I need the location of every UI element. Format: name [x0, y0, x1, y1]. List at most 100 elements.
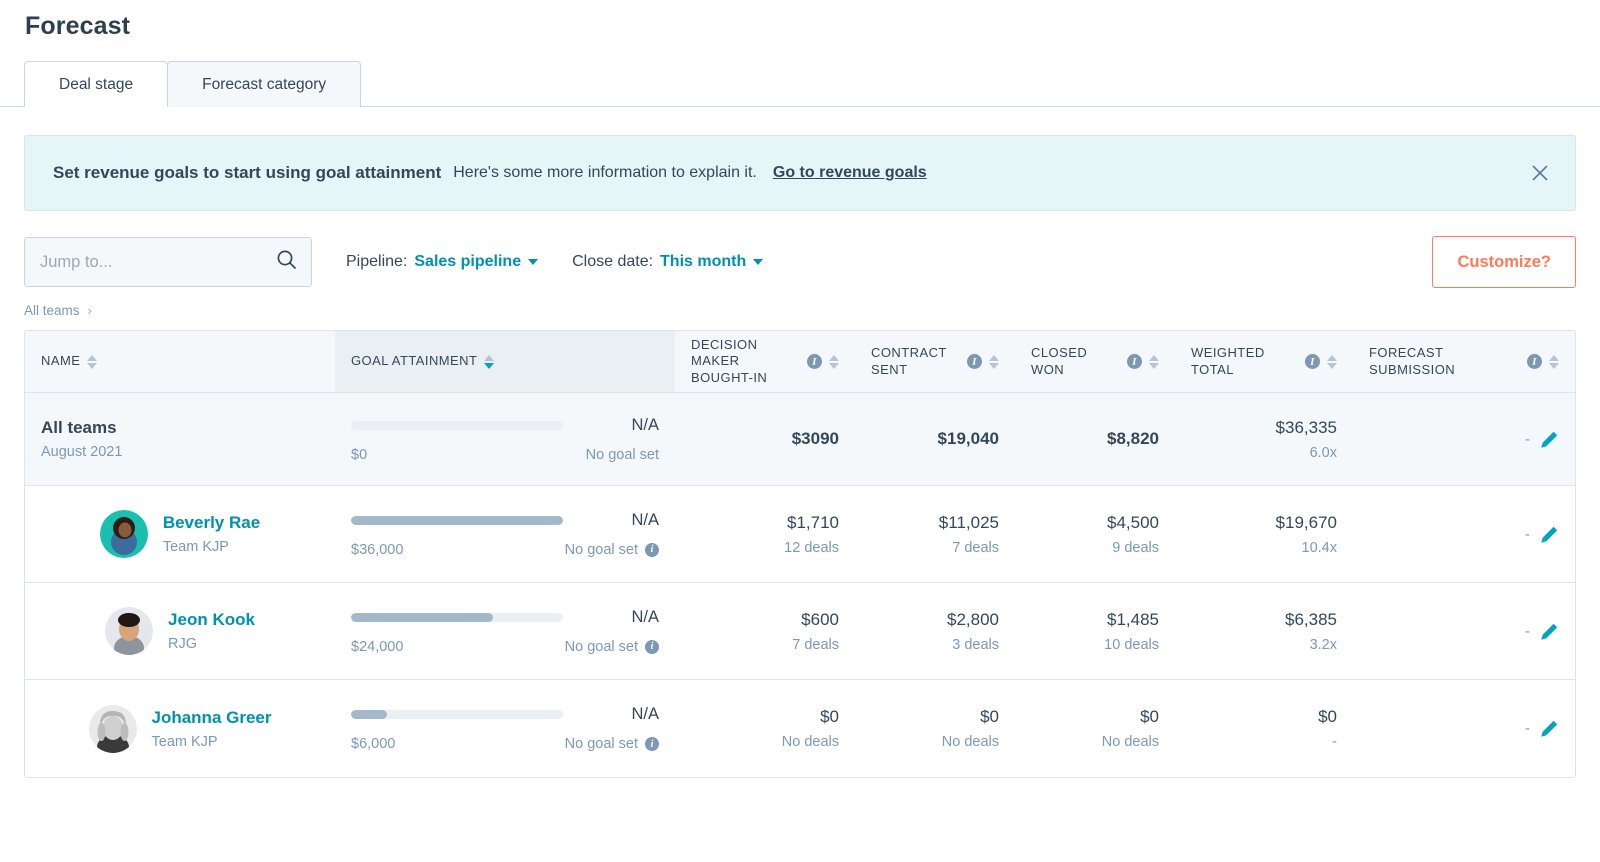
- sort-arrows-name[interactable]: [87, 354, 98, 369]
- column-header-weighted-total[interactable]: WEIGHTED TOTAL i: [1175, 331, 1353, 392]
- sort-arrows-goal-attainment[interactable]: [484, 354, 495, 369]
- info-icon[interactable]: i: [1527, 354, 1542, 369]
- forecast-table: NAME GOAL ATTAINMENT DECISION MAKER BOUG…: [24, 330, 1576, 778]
- close-icon[interactable]: [1527, 160, 1553, 186]
- forecast-page: Forecast Deal stage Forecast category Se…: [0, 0, 1600, 862]
- banner-headline: Set revenue goals to start using goal at…: [53, 163, 442, 182]
- summary-forecast-submission-cell: -: [1353, 393, 1575, 485]
- row-contract-sent-cell: $11,025 7 deals: [855, 486, 1015, 582]
- table-row[interactable]: Beverly Rae Team KJP N/A $36,000 No goal…: [25, 486, 1575, 583]
- sort-arrows-weighted-total[interactable]: [1327, 354, 1337, 369]
- row-goal-note: No goal set i: [565, 639, 659, 655]
- summary-weighted-total-multiplier: 6.0x: [1309, 444, 1337, 461]
- sort-arrows-forecast-submission[interactable]: [1549, 354, 1559, 369]
- row-closed-won-value: $4,500: [1107, 512, 1159, 532]
- breadcrumb-item-all-teams[interactable]: All teams: [24, 303, 80, 318]
- go-to-revenue-goals-link[interactable]: Go to revenue goals: [773, 164, 927, 182]
- row-weighted-total-multiplier: -: [1332, 734, 1337, 750]
- row-weighted-total-value: $6,385: [1285, 609, 1337, 629]
- avatar: [99, 510, 148, 558]
- row-contract-sent-value: $0: [980, 707, 999, 726]
- row-decision-maker-value: $0: [820, 707, 839, 726]
- tab-forecast-category[interactable]: Forecast category: [167, 61, 362, 107]
- info-icon[interactable]: i: [967, 354, 982, 369]
- row-closed-won-deals: 9 deals: [1112, 539, 1159, 556]
- row-forecast-submission-cell: -: [1353, 680, 1575, 777]
- row-goal-percent: N/A: [631, 607, 659, 626]
- goal-progress-fill: [351, 515, 563, 525]
- row-name-link[interactable]: Beverly Rae: [163, 513, 260, 533]
- revenue-goals-banner: Set revenue goals to start using goal at…: [24, 135, 1576, 211]
- row-forecast-submission-value: -: [1525, 622, 1530, 640]
- info-icon[interactable]: i: [645, 639, 659, 654]
- summary-decision-maker-cell: $3090: [675, 393, 855, 485]
- row-contract-sent-deals: 3 deals: [952, 636, 999, 653]
- row-decision-maker-value: $600: [801, 609, 839, 629]
- row-contract-sent-value: $11,025: [938, 512, 999, 532]
- goal-progress-bar: [351, 515, 563, 525]
- info-icon[interactable]: i: [645, 542, 659, 557]
- row-goal-note: No goal set i: [565, 542, 659, 558]
- row-weighted-total-cell: $19,670 10.4x: [1175, 486, 1353, 582]
- row-goal-amount: $36,000: [351, 541, 404, 558]
- sort-arrows-closed-won[interactable]: [1149, 354, 1159, 369]
- column-header-contract-sent[interactable]: CONTRACT SENT i: [855, 331, 1015, 392]
- pipeline-value[interactable]: Sales pipeline: [414, 253, 539, 271]
- goal-progress-bar: [351, 612, 563, 622]
- summary-name-cell: All teams August 2021: [25, 393, 335, 485]
- info-icon[interactable]: i: [645, 737, 659, 751]
- column-header-goal-attainment[interactable]: GOAL ATTAINMENT: [335, 331, 675, 392]
- column-label-name: NAME: [41, 353, 81, 369]
- row-decision-maker-cell: $0 No deals: [675, 680, 855, 777]
- column-header-closed-won[interactable]: CLOSED WON i: [1015, 331, 1175, 392]
- tab-deal-stage[interactable]: Deal stage: [24, 61, 169, 108]
- row-goal-attainment-cell: N/A $24,000 No goal set i: [335, 583, 675, 679]
- column-label-forecast-submission: FORECAST SUBMISSION: [1369, 345, 1456, 377]
- info-icon[interactable]: i: [1127, 354, 1142, 369]
- sort-arrows-contract-sent[interactable]: [989, 354, 999, 369]
- table-row[interactable]: Jeon Kook RJG N/A $24,000 No goal set i: [25, 583, 1575, 680]
- summary-weighted-total-value: $36,335: [1275, 417, 1337, 437]
- table-row[interactable]: Johanna Greer Team KJP N/A $6,000 No goa…: [25, 680, 1575, 777]
- column-header-name[interactable]: NAME: [25, 331, 335, 392]
- pipeline-label: Pipeline:: [346, 253, 408, 270]
- pipeline-value-text: Sales pipeline: [414, 253, 522, 270]
- summary-goal-percent: N/A: [631, 415, 659, 434]
- column-header-forecast-submission[interactable]: FORECAST SUBMISSION i: [1353, 331, 1575, 392]
- row-decision-maker-cell: $1,710 12 deals: [675, 486, 855, 582]
- edit-pencil-icon[interactable]: [1540, 622, 1559, 641]
- search-input[interactable]: [40, 252, 276, 272]
- row-closed-won-cell: $1,485 10 deals: [1015, 583, 1175, 679]
- row-goal-note-text: No goal set: [564, 541, 638, 558]
- row-name-cell: Johanna Greer Team KJP: [25, 680, 335, 777]
- edit-pencil-icon[interactable]: [1540, 719, 1559, 738]
- chevron-right-icon: ›: [87, 303, 92, 318]
- row-name-link[interactable]: Johanna Greer: [152, 708, 272, 728]
- pipeline-filter[interactable]: Pipeline: Sales pipeline: [346, 253, 539, 271]
- close-date-value[interactable]: This month: [660, 253, 764, 271]
- row-closed-won-value: $1,485: [1107, 609, 1159, 629]
- summary-period: August 2021: [41, 444, 123, 460]
- row-contract-sent-deals: 7 deals: [952, 539, 999, 556]
- row-name-link[interactable]: Jeon Kook: [168, 610, 255, 630]
- row-weighted-total-cell: $0 -: [1175, 680, 1353, 777]
- row-closed-won-cell: $0 No deals: [1015, 680, 1175, 777]
- edit-pencil-icon[interactable]: [1540, 430, 1559, 449]
- search-icon[interactable]: [276, 249, 297, 275]
- sort-arrows-decision-maker[interactable]: [829, 354, 839, 369]
- goal-progress-bar: [351, 710, 563, 719]
- row-name-cell: Beverly Rae Team KJP: [25, 486, 335, 582]
- row-goal-percent: N/A: [631, 510, 659, 529]
- column-header-decision-maker-bought-in[interactable]: DECISION MAKER BOUGHT-IN i: [675, 331, 855, 392]
- edit-pencil-icon[interactable]: [1540, 525, 1559, 544]
- banner-body: Here's some more information to explain …: [453, 164, 757, 181]
- jump-to-search[interactable]: [24, 237, 312, 287]
- summary-goal-attainment-cell: N/A $0 No goal set: [335, 393, 675, 485]
- info-icon[interactable]: i: [1305, 354, 1320, 369]
- close-date-filter[interactable]: Close date: This month: [572, 253, 764, 271]
- info-icon[interactable]: i: [807, 354, 822, 369]
- row-team: RJG: [168, 636, 198, 652]
- column-label-weighted-total: WEIGHTED TOTAL: [1191, 345, 1265, 377]
- summary-goal-amount: $0: [351, 446, 368, 463]
- customize-button[interactable]: Customize?: [1432, 236, 1576, 288]
